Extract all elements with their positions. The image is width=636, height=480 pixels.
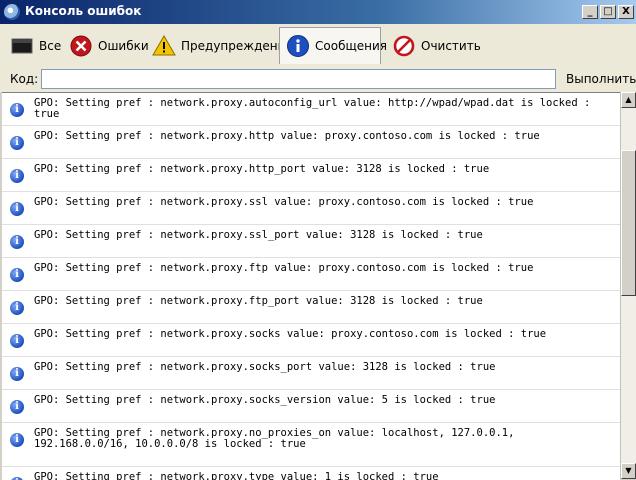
info-icon: i <box>10 268 24 282</box>
code-label: Код: <box>10 72 39 86</box>
info-icon: i <box>10 301 24 315</box>
clear-button[interactable]: Очистить <box>386 27 487 64</box>
vertical-scrollbar[interactable]: ▲ ▼ <box>620 92 636 479</box>
close-button[interactable]: X <box>618 5 634 19</box>
scroll-up-button[interactable]: ▲ <box>621 92 636 108</box>
scroll-down-button[interactable]: ▼ <box>621 463 636 479</box>
filter-messages-tab[interactable]: Сообщения <box>279 27 387 64</box>
info-icon: i <box>10 235 24 249</box>
message-row[interactable]: i GPO: Setting pref : network.proxy.socks… <box>2 324 620 357</box>
console-icon <box>10 34 34 58</box>
clear-label: Очистить <box>421 38 481 53</box>
message-text: GPO: Setting pref : network.proxy.type v… <box>34 471 439 480</box>
minimize-button[interactable]: _ <box>582 5 598 19</box>
info-icon: i <box>10 103 24 117</box>
filter-errors-button[interactable]: Ошибки <box>63 27 155 64</box>
message-text: GPO: Setting pref : network.proxy.socks … <box>34 328 547 340</box>
message-row[interactable]: i GPO: Setting pref : network.proxy.http … <box>2 126 620 159</box>
toolbar: Все Ошибки Предупреждения Сообщения Очис… <box>0 24 636 69</box>
run-button[interactable]: Выполнить <box>566 72 636 86</box>
message-text: GPO: Setting pref : network.proxy.no_pro… <box>34 427 521 450</box>
app-icon <box>4 4 20 20</box>
info-icon: i <box>10 334 24 348</box>
info-icon: i <box>10 433 24 447</box>
message-row[interactable]: i GPO: Setting pref : network.proxy.ssl v… <box>2 192 620 225</box>
code-bar: Код: Выполнить <box>0 68 636 92</box>
message-text: GPO: Setting pref : network.proxy.socks_… <box>34 394 496 406</box>
clear-icon <box>392 34 416 58</box>
filter-messages-label: Сообщения <box>315 39 388 53</box>
info-icon: i <box>10 367 24 381</box>
title-bar: Консоль ошибок _ □ X <box>0 0 636 24</box>
filter-warnings-button[interactable]: Предупреждения <box>146 27 299 64</box>
message-row[interactable]: iGPO: Setting pref : network.proxy.type … <box>2 467 620 480</box>
message-row[interactable]: i GPO: Setting pref : network.proxy.socks… <box>2 357 620 390</box>
message-list: i GPO: Setting pref : network.proxy.autoc… <box>2 92 620 480</box>
message-row[interactable]: i GPO: Setting pref : network.proxy.http_… <box>2 159 620 192</box>
info-icon: i <box>10 400 24 414</box>
message-text: GPO: Setting pref : network.proxy.autoco… <box>34 97 597 120</box>
window-title: Консоль ошибок <box>25 4 142 18</box>
filter-warnings-label: Предупреждения <box>181 38 293 53</box>
filter-errors-label: Ошибки <box>98 38 149 53</box>
error-icon <box>69 34 93 58</box>
info-icon: i <box>10 136 24 150</box>
message-text: GPO: Setting pref : network.proxy.ftp_po… <box>34 295 483 307</box>
maximize-button[interactable]: □ <box>600 5 616 19</box>
message-text: GPO: Setting pref : network.proxy.http_p… <box>34 163 490 175</box>
filter-all-button[interactable]: Все <box>4 27 67 64</box>
code-input[interactable] <box>41 69 556 89</box>
message-row[interactable]: i GPO: Setting pref : network.proxy.ssl_p… <box>2 225 620 258</box>
message-text: GPO: Setting pref : network.proxy.http v… <box>34 130 540 142</box>
filter-all-label: Все <box>39 38 62 53</box>
message-row[interactable]: i GPO: Setting pref : network.proxy.socks… <box>2 390 620 423</box>
scroll-thumb[interactable] <box>621 150 636 296</box>
message-text: GPO: Setting pref : network.proxy.ssl va… <box>34 196 534 208</box>
info-icon: i <box>10 169 24 183</box>
info-icon <box>286 34 310 58</box>
message-text: GPO: Setting pref : network.proxy.ssl_po… <box>34 229 483 241</box>
message-row[interactable]: i GPO: Setting pref : network.proxy.ftp_p… <box>2 291 620 324</box>
message-row[interactable]: i GPO: Setting pref : network.proxy.ftp v… <box>2 258 620 291</box>
message-row[interactable]: i GPO: Setting pref : network.proxy.no_pr… <box>2 423 620 467</box>
message-row[interactable]: i GPO: Setting pref : network.proxy.autoc… <box>2 93 620 126</box>
warning-icon <box>152 34 176 58</box>
message-text: GPO: Setting pref : network.proxy.socks_… <box>34 361 496 373</box>
message-text: GPO: Setting pref : network.proxy.ftp va… <box>34 262 534 274</box>
info-icon: i <box>10 202 24 216</box>
